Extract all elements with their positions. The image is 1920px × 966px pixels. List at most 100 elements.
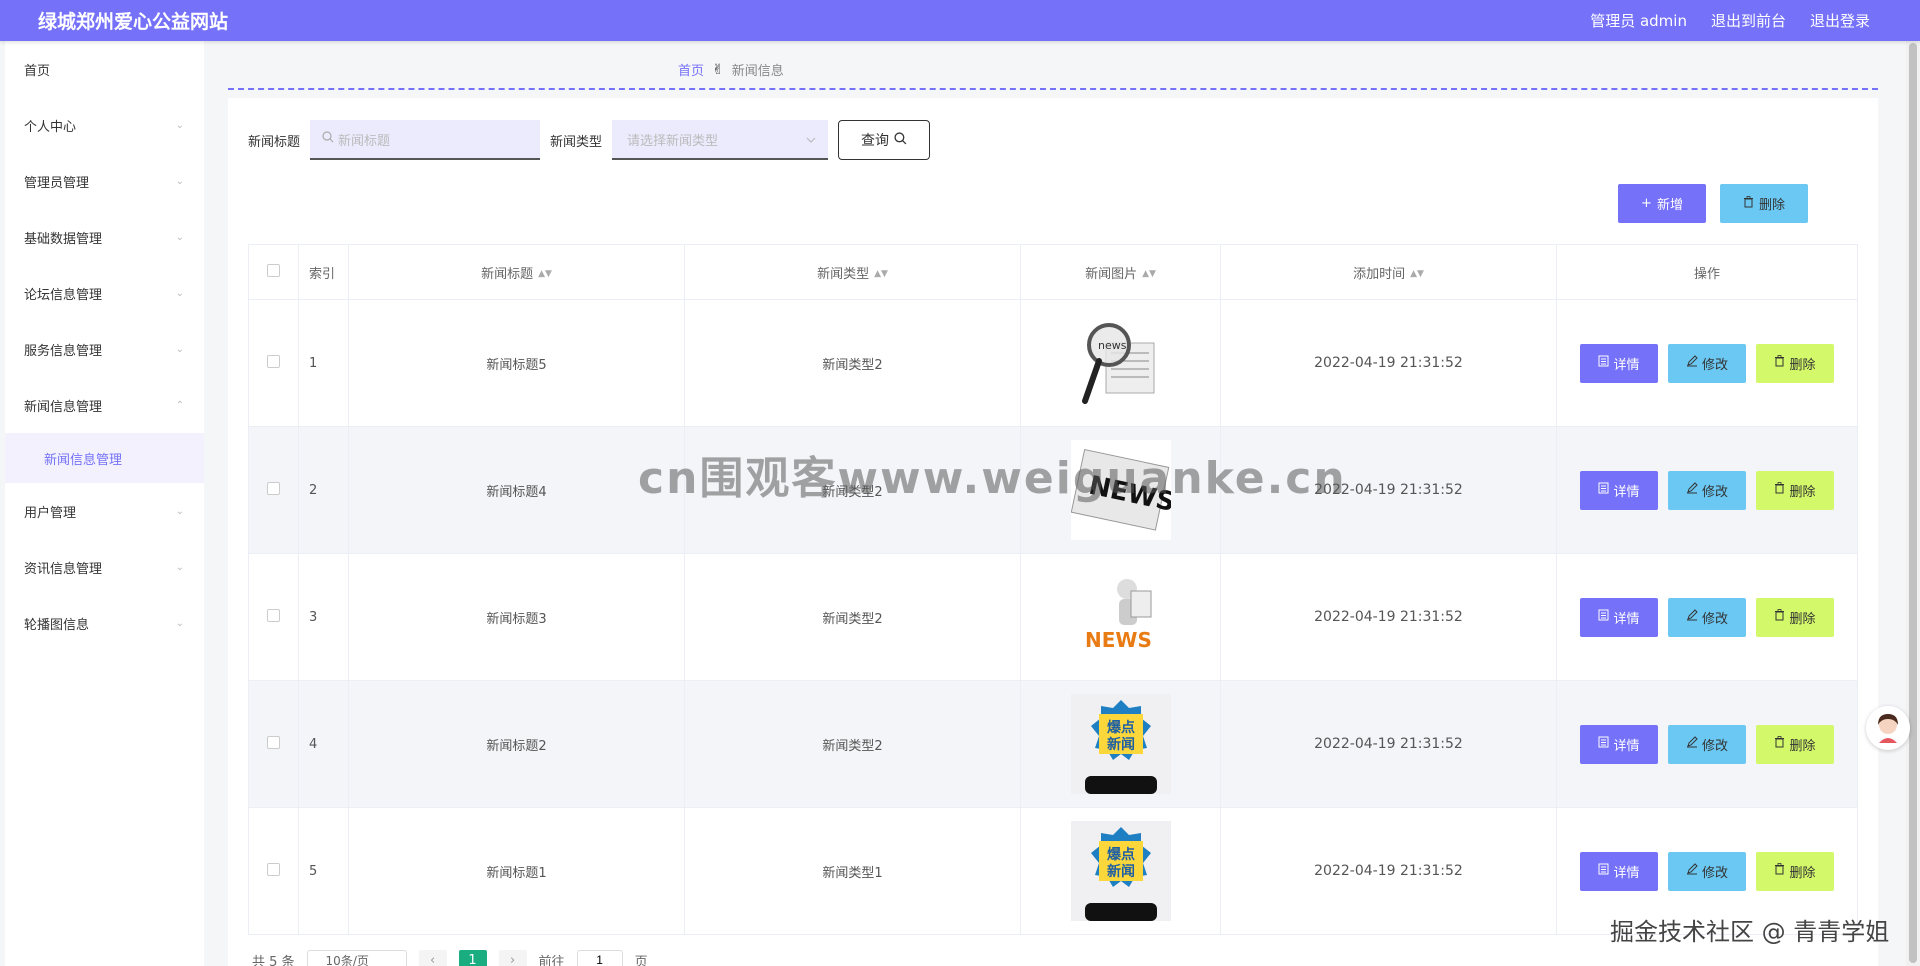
chevron-down-icon: ⌄ (175, 343, 184, 355)
sort-icon[interactable]: ▲▼ (1142, 269, 1156, 279)
prev-page-button[interactable]: ‹ (418, 950, 447, 966)
select-all-checkbox[interactable] (267, 263, 280, 277)
sidebar-item-personal-center[interactable]: 个人中心 ⌄ (5, 97, 204, 153)
detail-button[interactable]: 详情 (1580, 343, 1658, 383)
breadcrumb-home[interactable]: 首页 (678, 60, 704, 79)
edit-button[interactable]: 修改 (1668, 470, 1746, 510)
next-page-button[interactable]: › (498, 950, 527, 966)
row-time: 2022-04-19 21:31:52 (1220, 807, 1557, 935)
page-number-current[interactable]: 1 (458, 950, 487, 966)
sidebar-item-label: 服务信息管理 (24, 343, 103, 359)
detail-button-label: 详情 (1613, 738, 1640, 754)
row-checkbox[interactable] (267, 354, 280, 368)
sort-icon[interactable]: ▲▼ (538, 269, 552, 279)
batch-delete-button[interactable]: 删除 (1720, 184, 1808, 223)
trash-icon (1743, 195, 1754, 212)
header-image[interactable]: 新闻图片 ▲▼ (1020, 244, 1221, 300)
sidebar-item-forum[interactable]: 论坛信息管理 ⌄ (5, 265, 204, 321)
trash-icon (1774, 736, 1785, 752)
row-checkbox[interactable] (267, 862, 280, 876)
row-check-cell (248, 680, 299, 808)
document-icon (1598, 863, 1609, 879)
header-time[interactable]: 添加时间 ▲▼ (1220, 244, 1557, 300)
chevron-down-icon: ⌄ (175, 119, 184, 131)
add-button[interactable]: + 新增 (1618, 184, 1706, 223)
delete-button[interactable]: 删除 (1756, 343, 1834, 383)
chevron-down-icon: ⌄ (175, 175, 184, 187)
row-ops: 详情 修改 删除 (1556, 553, 1858, 681)
detail-button[interactable]: 详情 (1580, 597, 1658, 637)
row-checkbox[interactable] (267, 735, 280, 749)
title-search-input[interactable]: 新闻标题 (310, 120, 541, 160)
detail-button[interactable]: 详情 (1580, 851, 1658, 891)
news-thumbnail[interactable]: NEWS (1070, 440, 1171, 540)
scrollbar[interactable] (1906, 41, 1920, 966)
document-icon (1598, 736, 1609, 752)
delete-button[interactable]: 删除 (1756, 470, 1834, 510)
delete-button-label: 删除 (1789, 484, 1816, 500)
type-select-placeholder: 请选择新闻类型 (627, 133, 719, 149)
sidebar-item-admin-management[interactable]: 管理员管理 ⌄ (5, 153, 204, 209)
news-thumbnail[interactable]: news (1071, 313, 1171, 413)
sidebar-item-basic-data[interactable]: 基础数据管理 ⌄ (5, 209, 204, 265)
delete-button[interactable]: 删除 (1756, 851, 1834, 891)
sidebar-item-news[interactable]: 新闻信息管理 ⌃ (5, 377, 204, 433)
row-title: 新闻标题2 (348, 680, 685, 808)
sidebar-subitem-news-management[interactable]: 新闻信息管理 (5, 433, 204, 483)
exit-to-front-link[interactable]: 退出到前台 (1711, 10, 1786, 31)
assistant-avatar-button[interactable] (1866, 706, 1910, 750)
detail-button[interactable]: 详情 (1580, 724, 1658, 764)
row-image-cell: 爆点 新闻 (1020, 680, 1221, 808)
news-thumbnail[interactable]: 爆点 新闻 (1070, 821, 1171, 921)
news-thumbnail[interactable]: 爆点 新闻 (1070, 694, 1171, 794)
query-button[interactable]: 查询 (838, 120, 931, 160)
document-icon (1598, 355, 1609, 371)
row-time: 2022-04-19 21:31:52 (1220, 299, 1557, 427)
detail-button-label: 详情 (1613, 865, 1640, 881)
goto-page-input[interactable] (576, 950, 623, 966)
row-title: 新闻标题4 (348, 426, 685, 554)
detail-button[interactable]: 详情 (1580, 470, 1658, 510)
detail-button-label: 详情 (1613, 357, 1640, 373)
chevron-down-icon: ⌄ (175, 231, 184, 243)
row-index: 2 (298, 426, 349, 554)
type-label: 新闻类型 (550, 134, 603, 150)
edit-button[interactable]: 修改 (1668, 597, 1746, 637)
sidebar-item-home[interactable]: 首页 (5, 41, 204, 97)
chevron-down-icon: ⌄ (175, 617, 184, 629)
logout-link[interactable]: 退出登录 (1810, 10, 1870, 31)
delete-button[interactable]: 删除 (1756, 597, 1834, 637)
row-index: 5 (298, 807, 349, 935)
sort-icon[interactable]: ▲▼ (874, 269, 888, 279)
query-button-label: 查询 (861, 133, 890, 149)
sidebar-item-carousel[interactable]: 轮播图信息 ⌄ (5, 595, 204, 651)
chevron-down-icon: ⌄ (175, 505, 184, 517)
edit-button[interactable]: 修改 (1668, 724, 1746, 764)
row-type: 新闻类型2 (684, 299, 1021, 427)
select-all-cell (248, 244, 299, 300)
header-title[interactable]: 新闻标题 ▲▼ (348, 244, 685, 300)
row-checkbox[interactable] (267, 608, 280, 622)
sidebar: 首页 个人中心 ⌄ 管理员管理 ⌄ 基础数据管理 ⌄ 论坛信息管理 ⌄ 服务信息管理 ⌄ … (5, 41, 204, 966)
delete-button-label: 删除 (1789, 738, 1816, 754)
row-check-cell (248, 426, 299, 554)
type-select[interactable]: 请选择新闻类型 (612, 120, 829, 160)
sidebar-item-label: 资讯信息管理 (24, 561, 103, 577)
edit-button[interactable]: 修改 (1668, 343, 1746, 383)
sort-icon[interactable]: ▲▼ (1410, 269, 1424, 279)
sidebar-item-users[interactable]: 用户管理 ⌄ (5, 483, 204, 539)
row-checkbox[interactable] (267, 481, 280, 495)
chevron-down-icon (806, 132, 816, 147)
news-thumbnail[interactable]: NEWS (1071, 567, 1171, 667)
sidebar-item-service[interactable]: 服务信息管理 ⌄ (5, 321, 204, 377)
edit-button[interactable]: 修改 (1668, 851, 1746, 891)
page-size-select[interactable]: 10条/页 (306, 950, 407, 966)
document-icon (1598, 482, 1609, 498)
title-search-placeholder: 新闻标题 (338, 133, 391, 149)
scrollbar-thumb[interactable] (1909, 43, 1917, 963)
row-time: 2022-04-19 21:31:52 (1220, 553, 1557, 681)
header-type[interactable]: 新闻类型 ▲▼ (684, 244, 1021, 300)
delete-button[interactable]: 删除 (1756, 724, 1834, 764)
sidebar-item-label: 用户管理 (24, 505, 77, 521)
sidebar-item-info[interactable]: 资讯信息管理 ⌄ (5, 539, 204, 595)
